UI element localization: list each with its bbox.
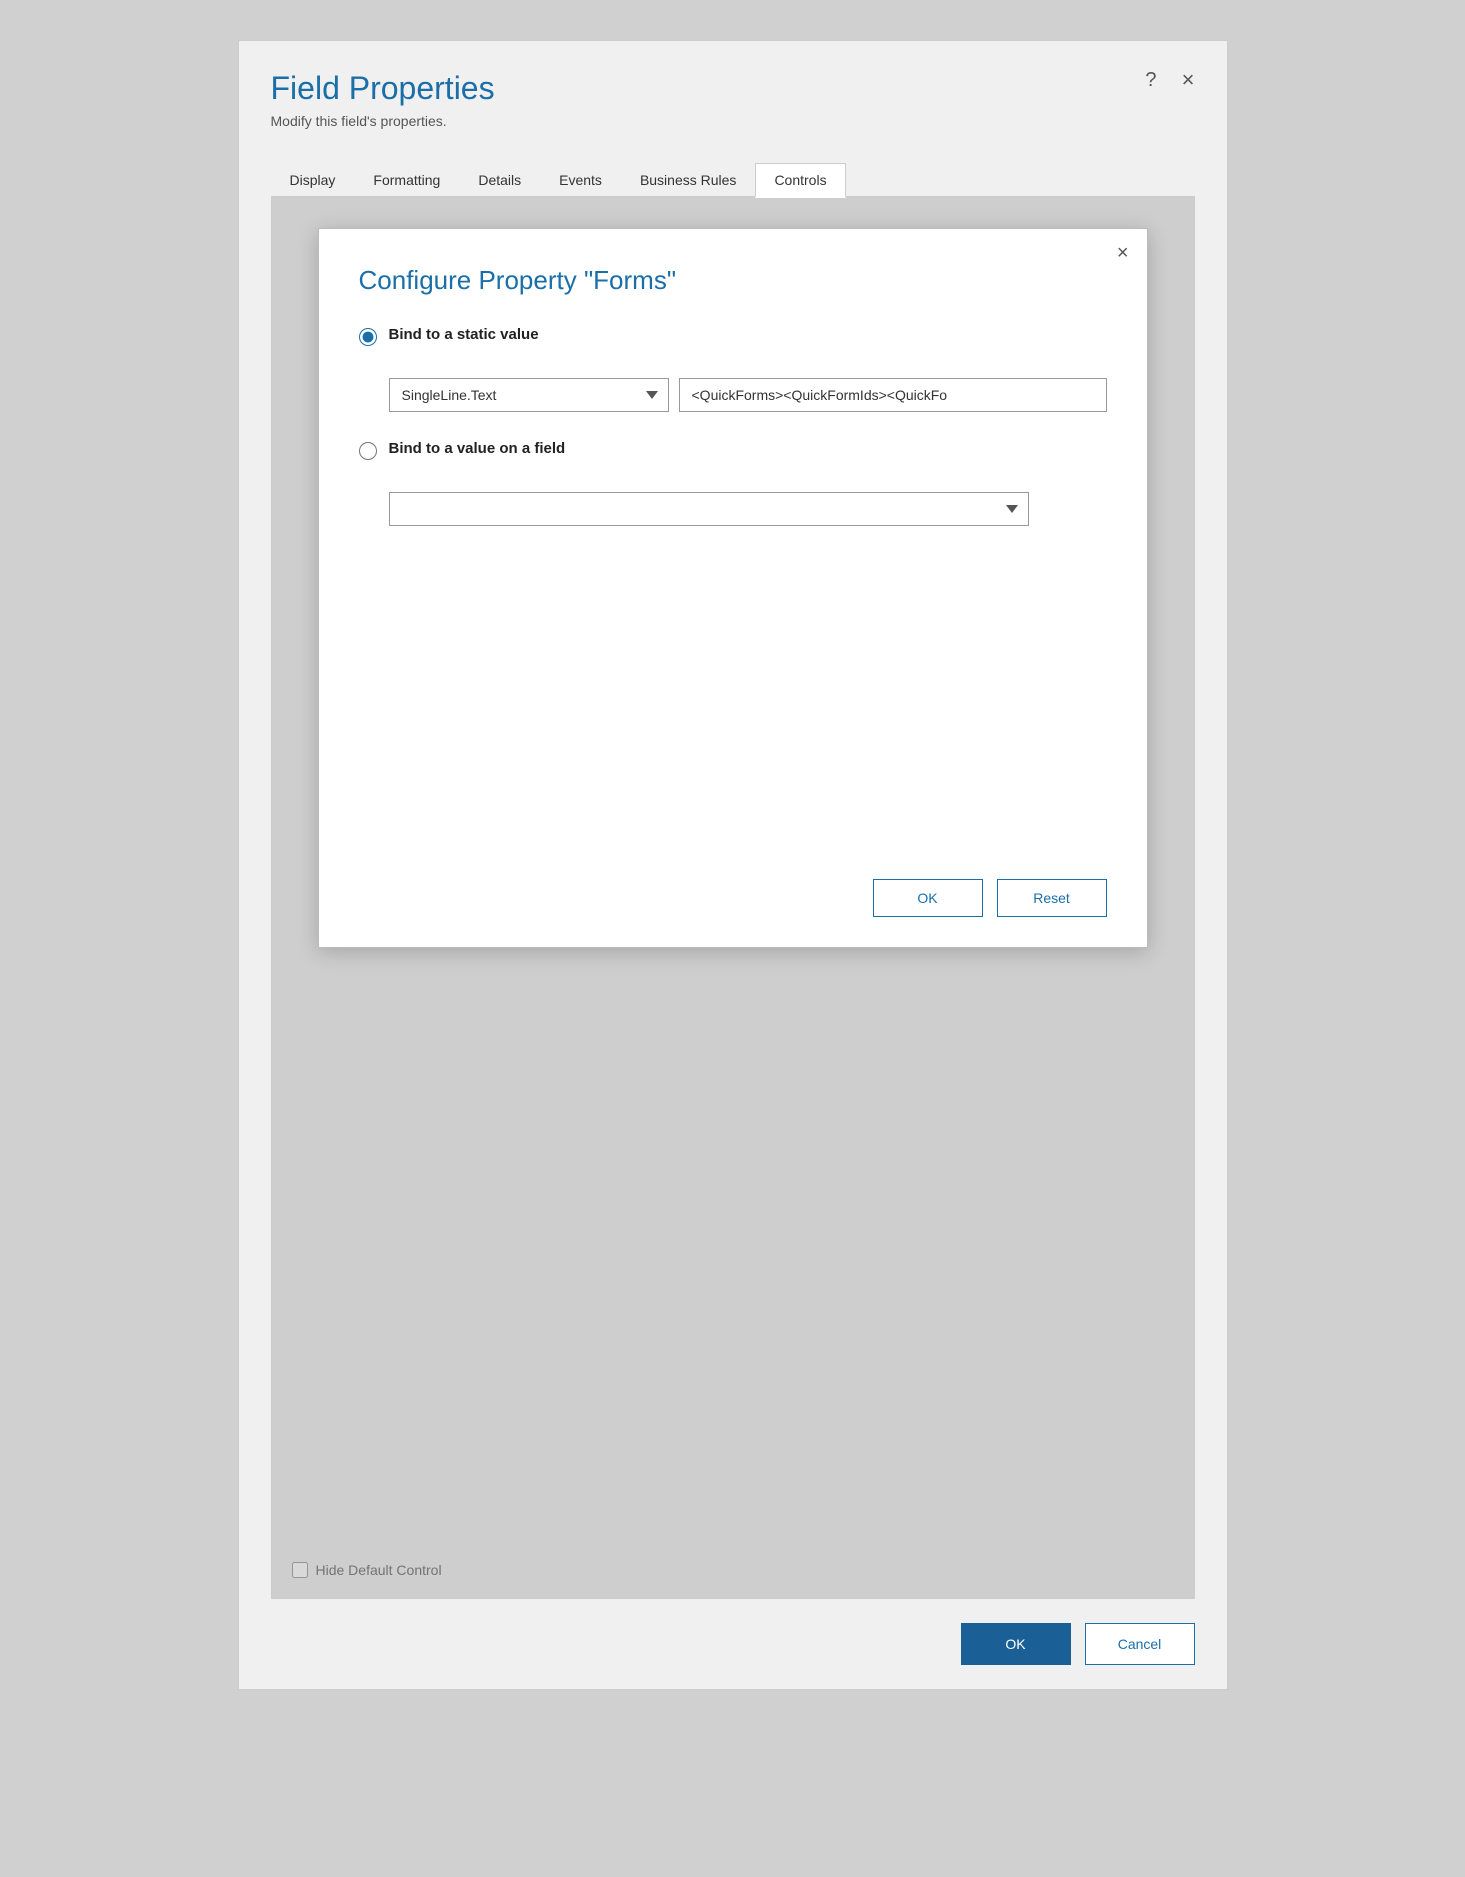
tab-display[interactable]: Display — [271, 163, 355, 198]
dialog-subtitle: Modify this field's properties. — [271, 113, 1195, 129]
field-value-row — [389, 492, 1107, 526]
field-value-radio[interactable] — [359, 442, 377, 460]
tab-formatting[interactable]: Formatting — [354, 163, 459, 198]
static-value-label[interactable]: Bind to a static value — [389, 326, 539, 343]
help-icon[interactable]: ? — [1145, 69, 1156, 92]
modal-overlay: × Configure Property "Forms" Bind to a s… — [272, 198, 1194, 1598]
tab-business-rules[interactable]: Business Rules — [621, 163, 756, 198]
cancel-button[interactable]: Cancel — [1085, 1623, 1195, 1665]
modal-footer: OK Reset — [359, 839, 1107, 917]
dialog-title: Field Properties — [271, 69, 1195, 107]
ok-button[interactable]: OK — [961, 1623, 1071, 1665]
static-value-row: SingleLine.TextMultiLine.TextWhole.NoneD… — [389, 378, 1107, 412]
static-value-input[interactable] — [679, 378, 1107, 412]
close-icon[interactable]: × — [1182, 69, 1195, 91]
dialog-footer: OK Cancel — [239, 1599, 1227, 1689]
field-properties-dialog: Field Properties Modify this field's pro… — [238, 40, 1228, 1690]
field-value-option: Bind to a value on a field — [359, 440, 1107, 460]
modal-close-button[interactable]: × — [1117, 243, 1129, 263]
field-value-label[interactable]: Bind to a value on a field — [389, 440, 566, 457]
type-dropdown[interactable]: SingleLine.TextMultiLine.TextWhole.NoneD… — [389, 378, 669, 412]
modal-reset-button[interactable]: Reset — [997, 879, 1107, 917]
tab-controls[interactable]: Controls — [755, 163, 845, 198]
dialog-header: Field Properties Modify this field's pro… — [239, 41, 1227, 141]
tabs-bar: Display Formatting Details Events Busine… — [271, 161, 1195, 198]
tab-content-area: × Configure Property "Forms" Bind to a s… — [271, 198, 1195, 1599]
static-value-option: Bind to a static value — [359, 326, 1107, 346]
main-container: Field Properties Modify this field's pro… — [40, 40, 1425, 1837]
modal-ok-button[interactable]: OK — [873, 879, 983, 917]
configure-property-modal: × Configure Property "Forms" Bind to a s… — [318, 228, 1148, 948]
static-value-radio[interactable] — [359, 328, 377, 346]
tab-details[interactable]: Details — [459, 163, 540, 198]
tab-events[interactable]: Events — [540, 163, 621, 198]
modal-title: Configure Property "Forms" — [359, 265, 1107, 296]
field-dropdown[interactable] — [389, 492, 1029, 526]
